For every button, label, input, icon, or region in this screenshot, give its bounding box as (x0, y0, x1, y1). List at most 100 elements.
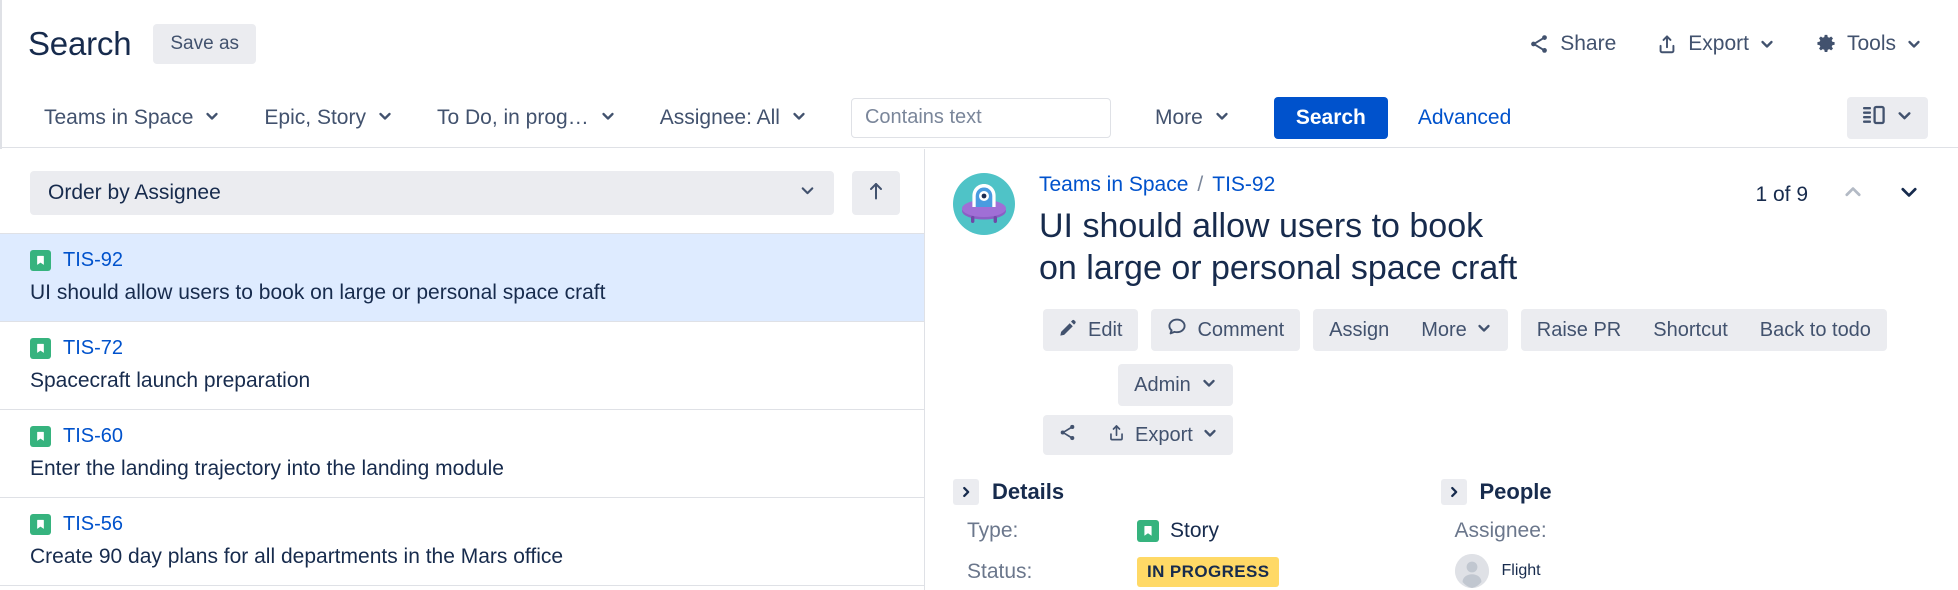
save-as-button[interactable]: Save as (153, 24, 257, 64)
back-to-todo-button[interactable]: Back to todo (1744, 309, 1887, 351)
story-icon (30, 426, 51, 447)
chevron-down-icon (1201, 374, 1217, 397)
field-type: Type: Story (953, 519, 1441, 543)
filter-bar: Teams in Space Epic, Story To Do, in pro… (0, 88, 1958, 148)
chevron-up-icon[interactable] (1842, 181, 1864, 208)
field-assignee-value[interactable]: Flight (1454, 554, 1929, 589)
breadcrumb-project-link[interactable]: Teams in Space (1039, 173, 1188, 197)
admin-and-export-group: Admin Export (1043, 364, 1233, 456)
more-actions-button[interactable]: More (1405, 309, 1508, 351)
more-actions-label: More (1421, 318, 1467, 341)
chevron-down-icon (1896, 107, 1913, 129)
order-by-label: Order by Assignee (48, 181, 221, 204)
field-status: Status: IN PROGRESS (953, 557, 1441, 588)
issue-detail-pane: Teams in Space / TIS-92 UI should allow … (925, 149, 1958, 590)
chevron-down-icon (1759, 36, 1775, 52)
issue-summary: Create 90 day plans for all departments … (30, 545, 564, 568)
arrow-up-icon (866, 180, 886, 207)
issue-list-item[interactable]: TIS-56 Create 90 day plans for all depar… (0, 498, 924, 586)
breadcrumb-issue-link[interactable]: TIS-92 (1212, 173, 1275, 197)
shortcut-button[interactable]: Shortcut (1637, 309, 1743, 351)
field-assignee-name: Flight (1501, 562, 1541, 580)
export-icon (1107, 423, 1126, 448)
filter-more[interactable]: More (1155, 106, 1230, 130)
results-pane: Order by Assignee TIS-92 UI should allow… (0, 149, 925, 590)
issue-key[interactable]: TIS-60 (63, 425, 123, 448)
issue-key-line: TIS-92 (30, 249, 904, 272)
header-actions: Share Export Tools (1528, 32, 1958, 56)
filter-project[interactable]: Teams in Space (44, 106, 220, 130)
tools-button[interactable]: Tools (1815, 32, 1922, 56)
issue-detail-header: Teams in Space / TIS-92 UI should allow … (925, 149, 1958, 289)
gear-icon (1815, 33, 1837, 55)
page-title: Search (28, 25, 132, 62)
chevron-right-icon[interactable] (953, 479, 979, 506)
filter-status-label: To Do, in prog… (436, 105, 589, 129)
filter-assignee[interactable]: Assignee: All (660, 106, 807, 130)
detail-export-label: Export (1135, 423, 1193, 446)
issue-action-toolbar: Edit Comment Assign More Raise PR Shortc… (925, 289, 1958, 456)
share-label: Share (1560, 32, 1617, 55)
field-status-label: Status: (967, 560, 1033, 584)
share-button[interactable]: Share (1528, 32, 1616, 56)
field-type-text: Story (1170, 519, 1220, 543)
issue-key-line: TIS-72 (30, 337, 904, 360)
content-split: Order by Assignee TIS-92 UI should allow… (0, 149, 1958, 590)
issue-list-item[interactable]: TIS-92 UI should allow users to book on … (0, 234, 924, 322)
filter-more-label: More (1154, 105, 1203, 129)
assign-button[interactable]: Assign (1313, 309, 1405, 351)
issue-list-item[interactable]: TIS-72 Spacecraft launch preparation (0, 322, 924, 410)
pager-position-label: 1 of 9 (1755, 182, 1808, 206)
export-button[interactable]: Export (1656, 32, 1775, 56)
share-icon (1528, 33, 1550, 55)
jira-issue-search-page: Search Save as Share Export Tools Teams … (0, 0, 1958, 590)
filter-type[interactable]: Epic, Story (264, 106, 393, 130)
issue-list-item[interactable]: TIS-60 Enter the landing trajectory into… (0, 410, 924, 498)
field-type-value: Story (1137, 519, 1219, 543)
tools-label: Tools (1846, 32, 1896, 55)
order-by-select[interactable]: Order by Assignee (30, 171, 834, 215)
filter-type-label: Epic, Story (264, 105, 366, 129)
share-icon (1058, 423, 1077, 448)
issue-summary: Enter the landing trajectory into the la… (30, 457, 504, 480)
details-panel-header: Details (953, 479, 1441, 506)
assign-more-group: Assign More (1313, 309, 1508, 352)
admin-dropdown-button[interactable]: Admin (1118, 364, 1233, 407)
people-panel-title: People (1479, 479, 1552, 505)
edit-button[interactable]: Edit (1043, 309, 1139, 352)
detail-export-button[interactable]: Export (1092, 415, 1233, 455)
filter-status[interactable]: To Do, in prog… (437, 106, 616, 130)
advanced-search-link[interactable]: Advanced (1418, 106, 1511, 130)
issue-key[interactable]: TIS-56 (63, 513, 123, 536)
issue-key[interactable]: TIS-72 (63, 337, 123, 360)
people-panel-header: People (1440, 479, 1929, 506)
avatar (1454, 554, 1489, 589)
field-type-label: Type: (967, 519, 1019, 543)
chevron-down-icon (204, 106, 220, 130)
workflow-actions-group: Raise PR Shortcut Back to todo (1520, 309, 1887, 352)
sort-direction-button[interactable] (852, 171, 900, 215)
issue-key[interactable]: TIS-92 (63, 249, 123, 272)
status-badge[interactable]: IN PROGRESS (1137, 557, 1280, 588)
detail-share-button[interactable] (1043, 415, 1092, 455)
detail-view-icon (1862, 104, 1886, 131)
contains-text-input[interactable] (850, 97, 1111, 138)
comment-button[interactable]: Comment (1151, 309, 1301, 352)
edit-label: Edit (1088, 318, 1123, 341)
field-assignee: Assignee: Flight (1441, 519, 1929, 589)
search-submit-button[interactable]: Search (1273, 96, 1388, 139)
chevron-down-icon (791, 106, 807, 130)
issue-title-line-1: UI should allow users to book (1039, 207, 1484, 245)
chevron-down-icon[interactable] (1898, 181, 1920, 208)
chevron-down-icon (1476, 319, 1492, 342)
details-panel-title: Details (992, 479, 1065, 505)
detail-share-export-group: Export (1043, 415, 1233, 456)
story-icon (1137, 520, 1159, 543)
chevron-right-icon[interactable] (1440, 479, 1467, 506)
raise-pr-button[interactable]: Raise PR (1521, 309, 1637, 351)
issue-summary: UI should allow users to book on large o… (30, 281, 606, 304)
story-icon (30, 250, 51, 271)
page-header: Search Save as Share Export Tools (0, 0, 1958, 88)
view-layout-toggle[interactable] (1847, 96, 1928, 139)
admin-label: Admin (1134, 373, 1191, 396)
